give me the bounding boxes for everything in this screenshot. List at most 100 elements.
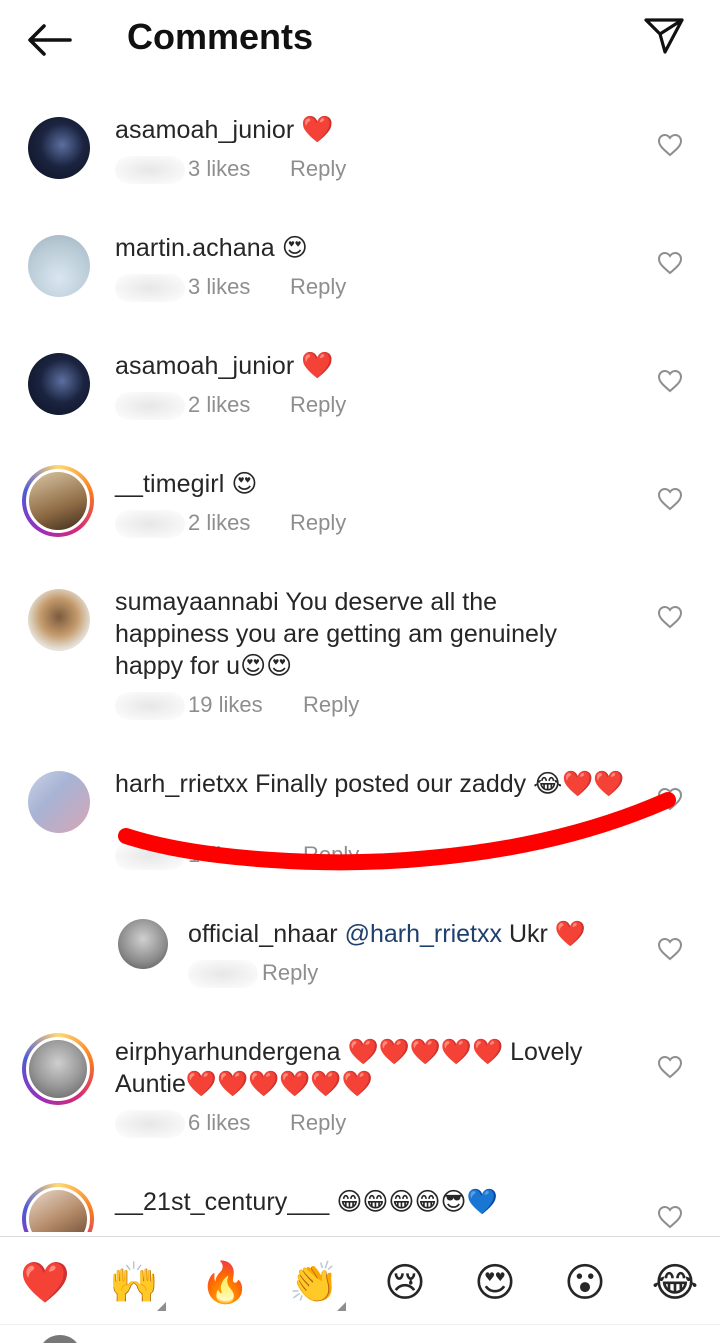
comment-time: 2d [115,392,185,421]
comment-likes[interactable]: 6 likes [188,1110,250,1136]
reply-button[interactable]: Reply [290,156,346,182]
heart-outline-icon[interactable] [657,133,683,157]
back-arrow-icon[interactable] [26,22,72,58]
heart-outline-icon[interactable] [657,605,683,629]
comment-body: 😍 [281,233,308,262]
reply-button[interactable]: Reply [303,692,359,718]
avatar[interactable] [28,589,90,651]
comment-username[interactable]: __timegirl [115,470,224,498]
avatar [26,1037,90,1101]
comment-list[interactable]: asamoah_junior ❤️ 2d 3 likes Reply marti… [0,90,720,1232]
surprised-face-emoji-icon: 😮 [564,1260,606,1306]
reply-button[interactable]: Reply [290,1110,346,1136]
comment-meta: 2d 3 likes Reply [115,274,346,306]
comment-text: harh_rrietxx Finally posted our zaddy 😂❤… [115,768,630,800]
comment-meta: 2d 1 like Reply [115,842,359,874]
comment-username[interactable]: official_nhaar [188,920,338,948]
comment-likes[interactable]: 2 likes [188,510,250,536]
reaction-surprised-button[interactable]: 😮 [559,1257,611,1309]
comment-text: asamoah_junior ❤️ [115,350,635,382]
comment-username[interactable]: asamoah_junior [115,352,294,380]
reaction-raised-hands-button[interactable]: 🙌 [108,1257,166,1311]
header-bar: Comments [0,0,720,80]
comment-time: 2d [115,842,185,871]
raised-hands-emoji-icon: 🙌 [109,1260,159,1306]
avatar [26,1187,90,1232]
comment-meta: 2d 2 likes Reply [115,392,346,424]
avatar-story-ring[interactable] [22,1033,94,1105]
reaction-heart-eyes-button[interactable]: 😍 [469,1257,521,1309]
comment-likes[interactable]: 1 like [188,842,239,868]
share-send-icon[interactable] [643,16,685,56]
page-title: Comments [127,16,314,57]
comment-text: asamoah_junior ❤️ [115,114,635,146]
avatar[interactable] [28,353,90,415]
avatar[interactable] [28,771,90,833]
comment-body: ❤️ [301,351,334,381]
comment-meta: 2d 19 likes Reply [115,692,359,724]
mention-link[interactable]: @harh_rrietxx [345,920,502,948]
comment-likes[interactable]: 3 likes [188,156,250,182]
comment-body: ❤️ [301,115,334,145]
comment-text: __21st_century___ 😁😁😁😁😎💙 [115,1186,635,1218]
avatar[interactable] [118,919,168,969]
avatar-story-ring[interactable] [22,1183,94,1232]
reaction-tears-of-joy-button[interactable]: 😂 [649,1257,701,1309]
comment-meta: 2d 3 likes Reply [115,156,346,188]
tears-of-joy-emoji-icon: 😂 [651,1260,699,1306]
reaction-fire-button[interactable]: 🔥 [199,1257,251,1309]
reply-button[interactable]: Reply [262,960,318,986]
avatar[interactable] [28,117,90,179]
reaction-heart-button[interactable]: ❤️ [19,1257,71,1309]
comment-username[interactable]: martin.achana [115,234,275,262]
comment-time: 2d [115,274,185,303]
reply-button[interactable]: Reply [290,274,346,300]
avatar-story-ring[interactable] [22,465,94,537]
comment-time: 2d [115,692,185,721]
comment-likes[interactable]: 19 likes [188,692,263,718]
comment-text: martin.achana 😍 [115,232,635,264]
heart-outline-icon[interactable] [657,251,683,275]
heart-outline-icon[interactable] [657,487,683,511]
comment-username[interactable]: sumayaannabi [115,588,279,616]
heart-outline-icon[interactable] [657,1055,683,1079]
comment-username[interactable]: harh_rrietxx [115,770,248,798]
comment-text: __timegirl 😍 [115,468,635,500]
reply-button[interactable]: Reply [290,510,346,536]
reply-button[interactable]: Reply [290,392,346,418]
comment-username[interactable]: __21st_century___ [115,1188,329,1216]
comment-body: 😍 [231,469,258,498]
heart-emoji-icon: ❤️ [20,1260,70,1306]
reply-button[interactable]: Reply [303,842,359,868]
clap-emoji-icon: 👏 [289,1260,339,1306]
comment-text: official_nhaar @harh_rrietxx Ukr ❤️ [188,918,638,950]
comment-likes[interactable]: 3 likes [188,274,250,300]
own-avatar [38,1335,82,1343]
comment-username[interactable]: asamoah_junior [115,116,294,144]
comment-body: Ukr ❤️ [508,920,586,948]
heart-outline-icon[interactable] [657,1205,683,1229]
comment-time: 23h [115,1110,185,1139]
comment-meta: 23h 6 likes Reply [115,1110,346,1142]
comment-body: 😁😁😁😁😎💙 [336,1187,498,1216]
comment-text: eirphyarhundergena ❤️❤️❤️❤️❤️ Lovely Aun… [115,1036,615,1100]
fire-emoji-icon: 🔥 [200,1260,250,1306]
reaction-clap-button[interactable]: 👏 [288,1257,346,1311]
comment-body: Finally posted our zaddy 😂❤️❤️ [255,770,625,798]
heart-outline-icon[interactable] [657,369,683,393]
reaction-cry-button[interactable]: 😢 [379,1257,431,1309]
comment-time: 2d [115,510,185,539]
avatar[interactable] [28,235,90,297]
comment-meta: 2d 2 likes Reply [115,510,346,542]
skin-tone-indicator [157,1302,166,1311]
crying-face-emoji-icon: 😢 [384,1260,426,1306]
heart-outline-icon[interactable] [657,787,683,811]
comment-meta: 1h Reply [188,960,318,992]
comment-username[interactable]: eirphyarhundergena [115,1038,341,1066]
heart-eyes-emoji-icon: 😍 [474,1260,516,1306]
comment-time: 1h [188,960,258,989]
heart-outline-icon[interactable] [657,937,683,961]
comment-composer[interactable] [0,1324,720,1343]
comment-text: sumayaannabi You deserve all the happine… [115,586,615,682]
comment-likes[interactable]: 2 likes [188,392,250,418]
